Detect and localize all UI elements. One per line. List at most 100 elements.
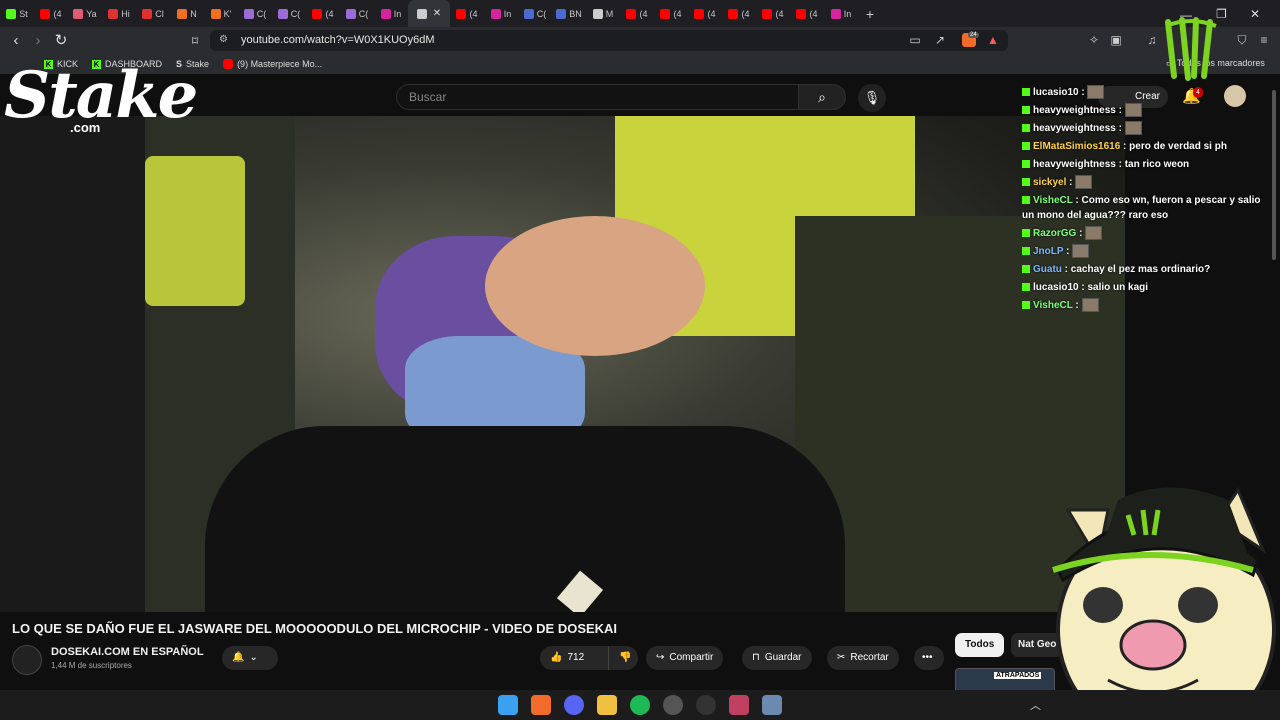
search-button[interactable]: ⌕: [798, 84, 846, 110]
tab-label: In: [393, 8, 402, 19]
bookmark-youtube[interactable]: (9) Masterpiece Mo...: [223, 59, 322, 69]
chat-username[interactable]: heavyweightness: [1033, 105, 1116, 116]
browser-tab[interactable]: N: [170, 0, 204, 27]
browser-tab[interactable]: (4: [654, 0, 688, 27]
browser-tab[interactable]: (4: [722, 0, 756, 27]
window-close-button[interactable]: ✕: [1250, 5, 1260, 23]
valorant-icon[interactable]: [729, 695, 749, 715]
browser-tab[interactable]: M: [586, 0, 620, 27]
browser-tab[interactable]: (4: [688, 0, 722, 27]
tab-favicon-icon: [6, 8, 17, 19]
tab-favicon-icon: [380, 8, 391, 19]
browser-tab[interactable]: In: [484, 0, 518, 27]
vpn-icon[interactable]: ⛉: [1234, 33, 1250, 48]
video-player[interactable]: [145, 116, 1125, 612]
browser-tab[interactable]: (4: [306, 0, 340, 27]
discord-icon[interactable]: [564, 695, 584, 715]
chat-username[interactable]: heavyweightness: [1033, 123, 1116, 134]
forward-button[interactable]: ›: [28, 31, 48, 51]
search-input[interactable]: [396, 84, 798, 110]
file-explorer-icon[interactable]: [597, 695, 617, 715]
tab-label: C(: [256, 8, 267, 19]
browser-tab[interactable]: C(: [238, 0, 272, 27]
channel-avatar[interactable]: [12, 645, 42, 675]
back-button[interactable]: ‹: [6, 31, 26, 51]
notification-bell-button[interactable]: 🔔 ⌄: [222, 646, 278, 670]
video-pillarbox: [0, 116, 145, 612]
browser-tab[interactable]: (4: [450, 0, 484, 27]
tab-favicon-icon: [592, 8, 603, 19]
steam-icon[interactable]: [663, 695, 683, 715]
dislike-button[interactable]: 👎: [608, 646, 638, 670]
brave-browser-icon[interactable]: [531, 695, 551, 715]
url-text[interactable]: youtube.com/watch?v=W0X1KUOy6dM: [241, 34, 435, 46]
chat-message: ElMataSimios1616 : pero de verdad si ph: [1022, 139, 1262, 154]
browser-tab[interactable]: (4: [756, 0, 790, 27]
tab-label: In: [843, 8, 852, 19]
tray-chevron-icon[interactable]: ︿: [1030, 697, 1041, 713]
browser-tab[interactable]: C(: [340, 0, 374, 27]
kick-badge-icon: [1022, 178, 1030, 187]
like-button[interactable]: 👍 712: [540, 646, 608, 670]
channel-name[interactable]: DOSEKAI.COM EN ESPAÑOL: [51, 646, 204, 658]
browser-tab[interactable]: Cl: [136, 0, 170, 27]
scrollbar[interactable]: [1272, 90, 1276, 260]
browser-tab[interactable]: (4: [790, 0, 824, 27]
menu-icon[interactable]: ≡: [1256, 33, 1272, 47]
obs-icon[interactable]: [696, 695, 716, 715]
chat-username[interactable]: heavyweightness: [1033, 159, 1116, 170]
chat-username[interactable]: VisheCL: [1033, 195, 1073, 206]
calculator-icon[interactable]: [762, 695, 782, 715]
chat-username[interactable]: ElMataSimios1616: [1033, 141, 1120, 152]
browser-tab[interactable]: ✕: [408, 0, 450, 27]
chat-message: heavyweightness : tan rico weon: [1022, 157, 1262, 172]
extensions-icon[interactable]: ✧: [1086, 33, 1102, 47]
cast-icon[interactable]: ▭: [907, 33, 923, 47]
windows-start-icon[interactable]: [498, 695, 518, 715]
media-icon[interactable]: ♫: [1144, 33, 1160, 47]
browser-tab[interactable]: C(: [518, 0, 552, 27]
voice-search-button[interactable]: 🎙: [858, 84, 886, 112]
tab-label: C(: [536, 8, 547, 19]
chat-emote-icon: [1081, 298, 1099, 313]
tab-favicon-icon: [210, 8, 221, 19]
chat-username[interactable]: VisheCL: [1033, 300, 1073, 311]
chat-username[interactable]: JnoLP: [1033, 246, 1063, 257]
chat-username[interactable]: lucasio10: [1033, 282, 1079, 293]
browser-tab[interactable]: In: [374, 0, 408, 27]
save-button[interactable]: ⊓ Guardar: [742, 646, 812, 670]
clip-button[interactable]: ✂ Recortar: [827, 646, 899, 670]
chip-all[interactable]: Todos: [955, 633, 1005, 657]
share-icon[interactable]: ↗: [932, 33, 948, 47]
chat-username[interactable]: sickyel: [1033, 177, 1066, 188]
tab-favicon-icon: [728, 8, 739, 19]
chat-username[interactable]: RazorGG: [1033, 228, 1076, 239]
browser-tab[interactable]: In: [824, 0, 858, 27]
scissors-icon: ✂: [837, 652, 846, 663]
tab-close-icon[interactable]: ✕: [433, 8, 441, 19]
chat-username[interactable]: Guatu: [1033, 264, 1062, 275]
new-tab-button[interactable]: +: [858, 6, 882, 22]
sidebar-icon[interactable]: ▣: [1108, 33, 1124, 47]
browser-tab[interactable]: BN: [552, 0, 586, 27]
shield-count-badge: 24: [968, 32, 979, 38]
reload-button[interactable]: ↻: [51, 31, 71, 51]
browser-tab[interactable]: C(: [272, 0, 306, 27]
rewards-icon[interactable]: ▲: [985, 33, 1001, 47]
browser-tab[interactable]: Ya: [68, 0, 102, 27]
hands: [485, 216, 705, 356]
cat-mascot-overlay: [1052, 486, 1276, 720]
site-info-icon[interactable]: ⚙: [219, 34, 228, 45]
chat-separator: :: [1072, 195, 1082, 206]
spotify-icon[interactable]: [630, 695, 650, 715]
browser-tab[interactable]: St: [0, 0, 34, 27]
chat-separator: :: [1076, 228, 1086, 239]
bookmark-icon[interactable]: ⌑: [185, 31, 205, 51]
browser-tab[interactable]: (4: [620, 0, 654, 27]
share-button[interactable]: ↪ Compartir: [646, 646, 724, 670]
browser-tab[interactable]: Hi: [102, 0, 136, 27]
browser-tab[interactable]: (4: [34, 0, 68, 27]
more-actions-button[interactable]: •••: [914, 646, 944, 670]
browser-tab[interactable]: K': [204, 0, 238, 27]
chat-username[interactable]: lucasio10: [1033, 87, 1079, 98]
